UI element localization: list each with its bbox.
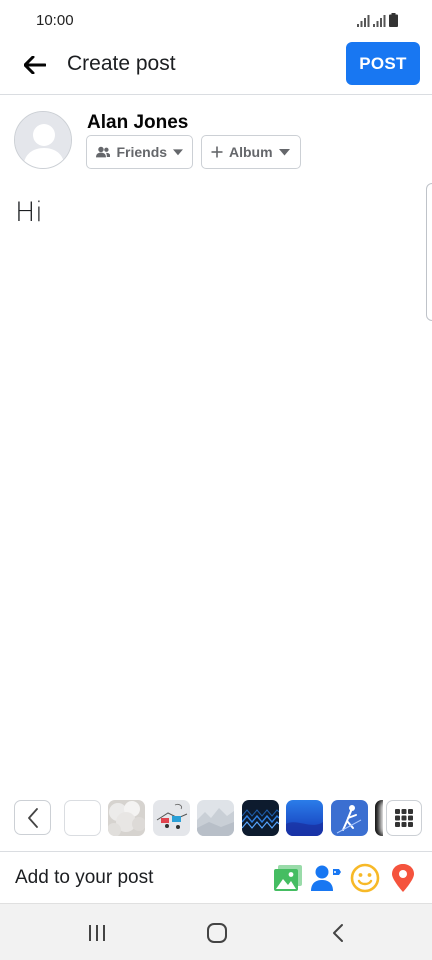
illustration-pattern xyxy=(153,800,190,836)
caret-down-icon xyxy=(173,148,183,155)
signal-icon-2 xyxy=(373,15,386,27)
chevron-left-icon xyxy=(27,807,38,828)
mountains-pattern xyxy=(197,800,234,836)
friends-icon xyxy=(96,146,111,158)
home-icon xyxy=(207,923,227,943)
home-button[interactable] xyxy=(197,918,237,948)
audience-label: Friends xyxy=(116,144,168,160)
background-swatch-blue-figure[interactable] xyxy=(331,800,368,836)
collapse-backgrounds-button[interactable] xyxy=(14,800,51,835)
photo-button[interactable] xyxy=(272,862,304,894)
chevron-left-icon xyxy=(333,924,343,942)
background-swatch-cotton[interactable] xyxy=(108,800,145,836)
background-swatch-illustration[interactable] xyxy=(153,800,190,836)
feeling-icon xyxy=(350,863,380,893)
grid-icon xyxy=(395,809,413,827)
background-swatch-dark-pattern[interactable] xyxy=(242,800,279,836)
tag-people-icon xyxy=(311,865,341,891)
background-swatch-blue-gradient[interactable] xyxy=(286,800,323,836)
status-bar: 10:00 xyxy=(0,0,432,40)
dark-pattern xyxy=(242,800,279,836)
add-to-post-label: Add to your post xyxy=(15,867,154,888)
avatar xyxy=(14,111,72,169)
recent-apps-icon xyxy=(89,925,105,941)
add-to-post-bar[interactable]: Add to your post xyxy=(0,851,432,903)
tag-people-button[interactable] xyxy=(310,862,342,894)
album-selector[interactable]: Album xyxy=(201,135,301,169)
arrow-left-icon xyxy=(24,56,46,74)
recent-apps-button[interactable] xyxy=(77,918,117,948)
blue-gradient-pattern xyxy=(286,800,323,836)
background-swatch-mountains[interactable] xyxy=(197,800,234,836)
status-icons xyxy=(357,13,398,27)
background-picker xyxy=(0,797,432,841)
system-back-button[interactable] xyxy=(318,918,358,948)
blue-figure-pattern xyxy=(331,800,368,836)
battery-icon xyxy=(389,13,398,27)
system-nav-bar xyxy=(0,903,432,960)
edge-panel-handle[interactable] xyxy=(426,183,432,321)
create-post-screen: 10:00 Create post POST Alan Jones Friend… xyxy=(0,0,432,960)
signal-icon xyxy=(357,15,370,27)
status-time: 10:00 xyxy=(36,12,74,29)
post-button[interactable]: POST xyxy=(346,42,420,85)
page-title: Create post xyxy=(67,52,176,75)
photo-icon xyxy=(274,865,302,891)
cotton-pattern xyxy=(108,800,145,836)
background-swatch-white[interactable] xyxy=(64,800,101,836)
post-text-input[interactable]: Hi xyxy=(15,197,43,228)
plus-icon xyxy=(211,146,223,158)
feeling-button[interactable] xyxy=(349,862,381,894)
author-name: Alan Jones xyxy=(87,112,189,133)
location-button[interactable] xyxy=(387,862,419,894)
album-label: Album xyxy=(229,144,273,160)
location-icon xyxy=(392,864,414,892)
header: Create post POST xyxy=(0,40,432,95)
caret-down-icon xyxy=(278,148,290,155)
audience-selector[interactable]: Friends xyxy=(86,135,193,169)
default-avatar-icon xyxy=(15,112,71,168)
more-backgrounds-button[interactable] xyxy=(386,800,422,836)
back-button[interactable] xyxy=(18,48,52,82)
